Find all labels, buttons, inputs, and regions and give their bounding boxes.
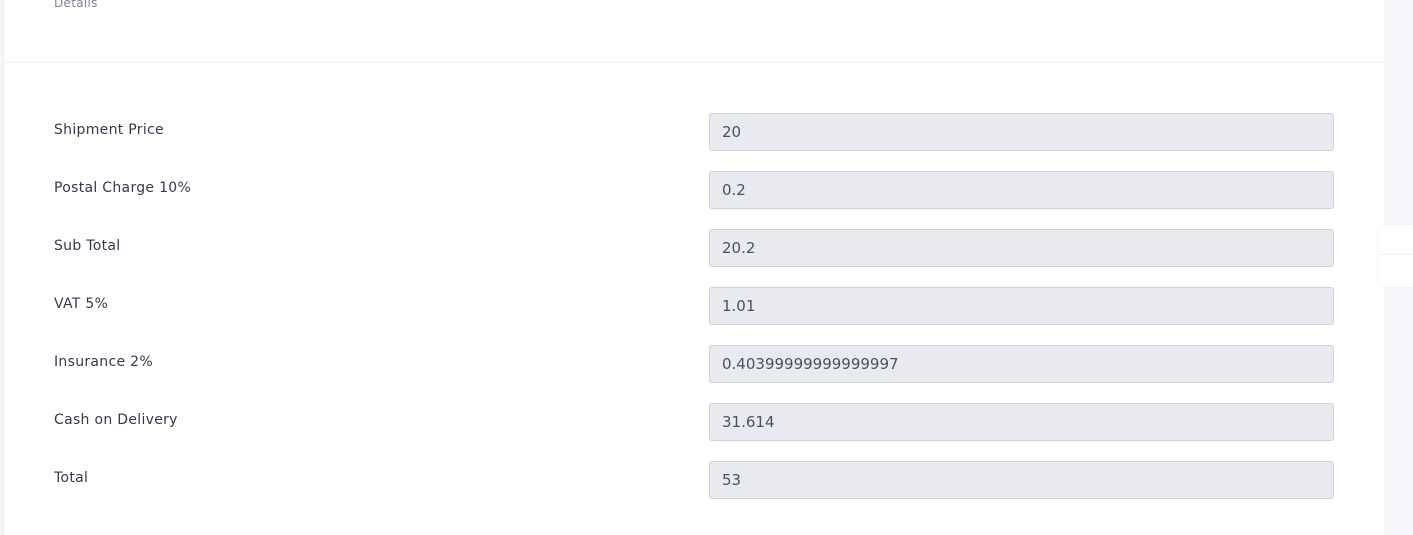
- floating-side-widget: [1379, 225, 1413, 287]
- insurance-label: Insurance 2%: [54, 354, 153, 370]
- side-widget-bottom-button[interactable]: [1379, 256, 1413, 286]
- details-card: Details Shipment Price Postal Charge 10%…: [3, 0, 1384, 535]
- total-label: Total: [54, 470, 89, 486]
- sub-total-label: Sub Total: [54, 238, 121, 254]
- form-row-shipment-price: Shipment Price: [4, 113, 1384, 151]
- form-row-insurance: Insurance 2%: [4, 345, 1384, 383]
- shipment-price-label: Shipment Price: [54, 122, 164, 138]
- insurance-input[interactable]: [709, 345, 1334, 383]
- form-row-vat: VAT 5%: [4, 287, 1384, 325]
- form-row-total: Total: [4, 461, 1384, 499]
- form-row-postal-charge: Postal Charge 10%: [4, 171, 1384, 209]
- side-widget-top-button[interactable]: [1379, 225, 1413, 255]
- vat-input[interactable]: [709, 287, 1334, 325]
- total-input[interactable]: [709, 461, 1334, 499]
- card-header: Details: [4, 0, 1384, 63]
- postal-charge-input[interactable]: [709, 171, 1334, 209]
- form-row-cash-on-delivery: Cash on Delivery: [4, 403, 1384, 441]
- postal-charge-label: Postal Charge 10%: [54, 180, 192, 196]
- card-header-title: Details: [54, 0, 98, 10]
- vat-label: VAT 5%: [54, 296, 109, 312]
- sub-total-input[interactable]: [709, 229, 1334, 267]
- cash-on-delivery-label: Cash on Delivery: [54, 412, 178, 428]
- shipment-price-input[interactable]: [709, 113, 1334, 151]
- cash-on-delivery-input[interactable]: [709, 403, 1334, 441]
- form-row-sub-total: Sub Total: [4, 229, 1384, 267]
